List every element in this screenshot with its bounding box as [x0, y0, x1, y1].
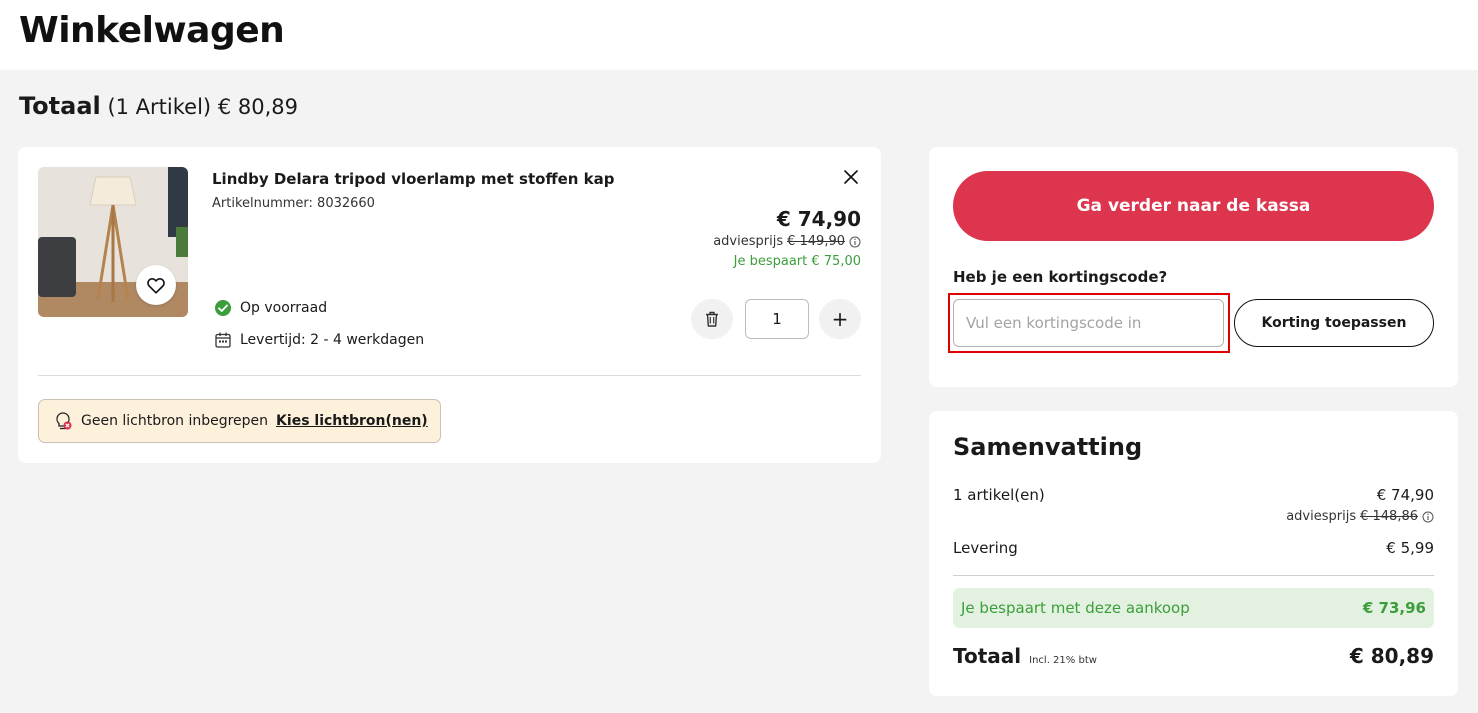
summary-advies-value: € 148,86 — [1360, 509, 1418, 524]
coupon-question: Heb je een kortingscode? — [953, 268, 1168, 286]
light-notice-text: Geen lichtbron inbegrepen — [81, 413, 269, 429]
summary-total-value: € 80,89 — [1349, 644, 1434, 668]
page-title: Winkelwagen — [19, 10, 285, 51]
bulb-off-icon — [56, 412, 72, 430]
summary-advies-row: adviesprijs € 148,86 — [1286, 509, 1434, 524]
summary-total-label-group: Totaal Incl. 21% btw — [953, 644, 1097, 668]
summary-items-label: 1 artikel(en) — [953, 486, 1045, 504]
choose-light-source-link[interactable]: Kies lichtbron(nen) — [276, 413, 428, 429]
calendar-icon — [215, 332, 231, 348]
savings-amount: € 73,96 — [1362, 599, 1426, 617]
advies-label: adviesprijs — [713, 234, 784, 249]
close-icon — [844, 170, 858, 184]
trash-icon — [706, 311, 718, 327]
check-circle-icon — [215, 300, 231, 316]
increase-quantity-button[interactable]: + — [819, 299, 861, 339]
info-icon[interactable] — [1422, 511, 1434, 523]
coupon-code-input[interactable] — [953, 299, 1224, 347]
summary-title: Samenvatting — [953, 433, 1143, 461]
stock-status: Op voorraad — [214, 299, 327, 317]
item-advies-row: adviesprijs € 149,90 — [713, 234, 861, 249]
quantity-field[interactable]: 1 — [745, 299, 809, 339]
delivery-time: Levertijd: 2 - 4 werkdagen — [214, 331, 424, 349]
product-sku: Artikelnummer: 8032660 — [212, 196, 375, 211]
summary-advies-label: adviesprijs — [1286, 509, 1357, 524]
summary-total-label: Totaal — [953, 644, 1022, 668]
summary-delivery-value: € 5,99 — [1386, 539, 1434, 557]
vat-note: Incl. 21% btw — [1029, 655, 1097, 666]
summary-card: Samenvatting 1 artikel(en) € 74,90 advie… — [929, 411, 1458, 696]
cart-total-line: Totaal (1 Artikel) € 80,89 — [19, 92, 298, 120]
savings-banner: Je bespaart met deze aankoop € 73,96 — [953, 588, 1434, 628]
stock-label: Op voorraad — [240, 300, 328, 316]
savings-label: Je bespaart met deze aankoop — [961, 599, 1190, 617]
delivery-label: Levertijd: 2 - 4 werkdagen — [240, 332, 425, 348]
item-price: € 74,90 — [776, 207, 861, 231]
item-savings: Je bespaart € 75,00 — [733, 254, 861, 269]
remove-item-button[interactable] — [841, 167, 861, 187]
checkout-button[interactable]: Ga verder naar de kassa — [953, 171, 1434, 241]
light-source-notice: Geen lichtbron inbegrepen Kies lichtbron… — [38, 399, 441, 443]
cart-total-amount: € 80,89 — [217, 95, 298, 119]
info-icon[interactable] — [849, 236, 861, 248]
product-name[interactable]: Lindby Delara tripod vloerlamp met stoff… — [212, 170, 615, 188]
wishlist-button[interactable] — [136, 265, 176, 305]
summary-items-value: € 74,90 — [1376, 486, 1434, 504]
product-image[interactable] — [38, 167, 188, 317]
advies-price: € 149,90 — [787, 234, 845, 249]
delete-item-button[interactable] — [691, 299, 733, 339]
checkout-card: Ga verder naar de kassa Heb je een korti… — [929, 147, 1458, 387]
heart-icon — [147, 278, 165, 294]
cart-item-count: (1 Artikel) — [107, 95, 212, 119]
apply-discount-button[interactable]: Korting toepassen — [1234, 299, 1434, 347]
summary-delivery-label: Levering — [953, 539, 1018, 557]
divider — [953, 575, 1434, 576]
cart-total-label: Totaal — [19, 92, 101, 120]
top-bar: Winkelwagen — [0, 0, 1478, 70]
divider — [38, 375, 861, 376]
cart-item-card: Lindby Delara tripod vloerlamp met stoff… — [18, 147, 881, 463]
